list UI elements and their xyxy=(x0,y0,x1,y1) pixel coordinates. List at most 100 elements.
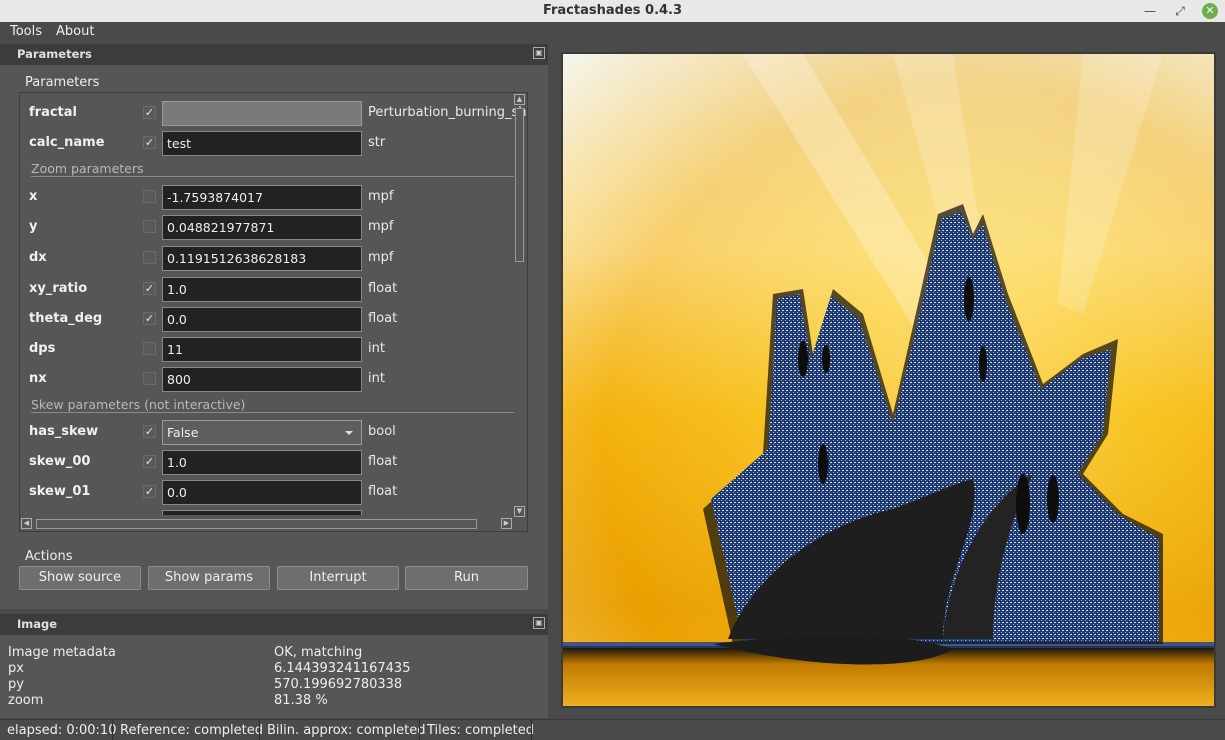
menu-about[interactable]: About xyxy=(56,24,94,39)
param-name: has_skew xyxy=(29,424,99,439)
fractal-render xyxy=(563,54,1214,706)
parameters-scroll-area[interactable]: fractal ✓ Perturbation_burning_sh calc_n… xyxy=(19,92,528,532)
param-type: mpf xyxy=(368,189,394,204)
param-type: mpf xyxy=(368,250,394,265)
param-row-dx: dx 0.1191512638628183 mpf xyxy=(20,243,512,273)
param-name: y xyxy=(29,219,38,234)
param-type: Perturbation_burning_sh xyxy=(368,105,527,120)
param-checkbox[interactable]: ✓ xyxy=(143,455,156,468)
param-name: calc_name xyxy=(29,135,105,150)
dps-input[interactable]: 11 xyxy=(162,337,362,362)
dx-input[interactable]: 0.1191512638628183 xyxy=(162,246,362,271)
interrupt-button[interactable]: Interrupt xyxy=(277,566,399,590)
param-type: str xyxy=(368,135,386,150)
param-checkbox[interactable]: ✓ xyxy=(143,282,156,295)
vertical-scrollbar[interactable]: ▲ ▼ xyxy=(514,94,526,517)
calc-name-input[interactable]: test xyxy=(162,131,362,156)
param-name: dps xyxy=(29,341,56,356)
param-row-y: y 0.048821977871 mpf xyxy=(20,212,512,242)
param-checkbox[interactable]: ✓ xyxy=(143,136,156,149)
status-separator xyxy=(259,720,260,740)
status-separator xyxy=(112,720,113,740)
status-separator xyxy=(419,720,420,740)
image-dock-title-text: Image xyxy=(17,617,58,631)
param-name: skew_00 xyxy=(29,454,91,469)
param-name: dx xyxy=(29,250,47,265)
metadata-key: px xyxy=(8,661,24,676)
param-checkbox[interactable]: ✓ xyxy=(143,485,156,498)
scroll-right-icon[interactable]: ▶ xyxy=(501,518,512,529)
param-type: int xyxy=(368,371,385,386)
show-source-button[interactable]: Show source xyxy=(19,566,141,590)
horizontal-scrollbar[interactable]: ◀ ▶ xyxy=(21,518,515,530)
metadata-key: py xyxy=(8,677,24,692)
param-checkbox[interactable] xyxy=(143,372,156,385)
menu-bar: Tools About xyxy=(0,22,1225,43)
x-input[interactable]: -1.7593874017 xyxy=(162,185,362,210)
dock-splitter[interactable] xyxy=(548,43,554,719)
status-separator xyxy=(531,720,532,740)
skew-01-input[interactable]: 0.0 xyxy=(162,480,362,505)
metadata-value: 81.38 % xyxy=(274,693,328,708)
scroll-left-icon[interactable]: ◀ xyxy=(21,518,32,529)
run-button[interactable]: Run xyxy=(405,566,528,590)
param-row-theta-deg: theta_deg ✓ 0.0 float xyxy=(20,304,512,334)
scroll-up-icon[interactable]: ▲ xyxy=(514,94,525,105)
status-elapsed: elapsed: 0:00:10 xyxy=(7,723,117,738)
param-checkbox[interactable] xyxy=(143,342,156,355)
param-row-calc-name: calc_name ✓ test str xyxy=(20,128,512,158)
partial-input[interactable] xyxy=(162,510,362,515)
parameters-dock-title-text: Parameters xyxy=(17,47,92,61)
close-icon[interactable]: ✕ xyxy=(1202,3,1218,19)
theta-deg-input[interactable]: 0.0 xyxy=(162,307,362,332)
param-row-x: x -1.7593874017 mpf xyxy=(20,182,512,212)
parameters-group-label: Parameters xyxy=(25,75,100,90)
param-row-dps: dps 11 int xyxy=(20,334,512,364)
section-skew-parameters: Skew parameters (not interactive) xyxy=(31,397,514,413)
fractal-image[interactable] xyxy=(561,52,1216,708)
metadata-value: 6.144393241167435 xyxy=(274,661,411,676)
fractal-button[interactable] xyxy=(162,101,362,126)
param-row-partial xyxy=(20,507,512,515)
param-row-skew-00: skew_00 ✓ 1.0 float xyxy=(20,447,512,477)
y-input[interactable]: 0.048821977871 xyxy=(162,215,362,240)
xy-ratio-input[interactable]: 1.0 xyxy=(162,277,362,302)
param-checkbox[interactable]: ✓ xyxy=(143,312,156,325)
param-name: theta_deg xyxy=(29,311,103,326)
title-bar: Fractashades 0.4.3 — ⤢ ✕ xyxy=(0,0,1225,22)
actions-group-label: Actions xyxy=(25,549,73,564)
section-zoom-parameters: Zoom parameters xyxy=(31,161,514,177)
param-checkbox[interactable] xyxy=(143,220,156,233)
param-checkbox[interactable]: ✓ xyxy=(143,425,156,438)
nx-input[interactable]: 800 xyxy=(162,367,362,392)
param-row-has-skew: has_skew ✓ False bool xyxy=(20,417,512,447)
horizontal-scroll-thumb[interactable] xyxy=(36,519,477,529)
dock-float-icon[interactable]: ▣ xyxy=(533,47,545,59)
param-name: xy_ratio xyxy=(29,281,88,296)
parameters-dock-title: Parameters ▣ xyxy=(0,44,548,65)
skew-00-input[interactable]: 1.0 xyxy=(162,450,362,475)
minimize-icon[interactable]: — xyxy=(1141,2,1159,20)
has-skew-select[interactable]: False xyxy=(162,420,362,445)
restore-icon[interactable]: ⤢ xyxy=(1171,2,1189,20)
param-type: int xyxy=(368,341,385,356)
param-type: mpf xyxy=(368,219,394,234)
param-type: float xyxy=(368,311,398,326)
metadata-key: zoom xyxy=(8,693,44,708)
param-checkbox[interactable]: ✓ xyxy=(143,106,156,119)
param-name: x xyxy=(29,189,38,204)
menu-tools[interactable]: Tools xyxy=(10,24,42,39)
param-row-nx: nx 800 int xyxy=(20,364,512,394)
status-bilin: Bilin. approx: completed xyxy=(267,723,426,738)
param-type: float xyxy=(368,484,398,499)
param-row-skew-01: skew_01 ✓ 0.0 float xyxy=(20,477,512,507)
param-checkbox[interactable] xyxy=(143,251,156,264)
param-name: skew_01 xyxy=(29,484,91,499)
scroll-down-icon[interactable]: ▼ xyxy=(514,506,525,517)
show-params-button[interactable]: Show params xyxy=(148,566,270,590)
param-name: fractal xyxy=(29,105,77,120)
vertical-scroll-thumb[interactable] xyxy=(515,108,524,262)
param-type: bool xyxy=(368,424,396,439)
param-checkbox[interactable] xyxy=(143,190,156,203)
dock-float-icon[interactable]: ▣ xyxy=(533,617,545,629)
